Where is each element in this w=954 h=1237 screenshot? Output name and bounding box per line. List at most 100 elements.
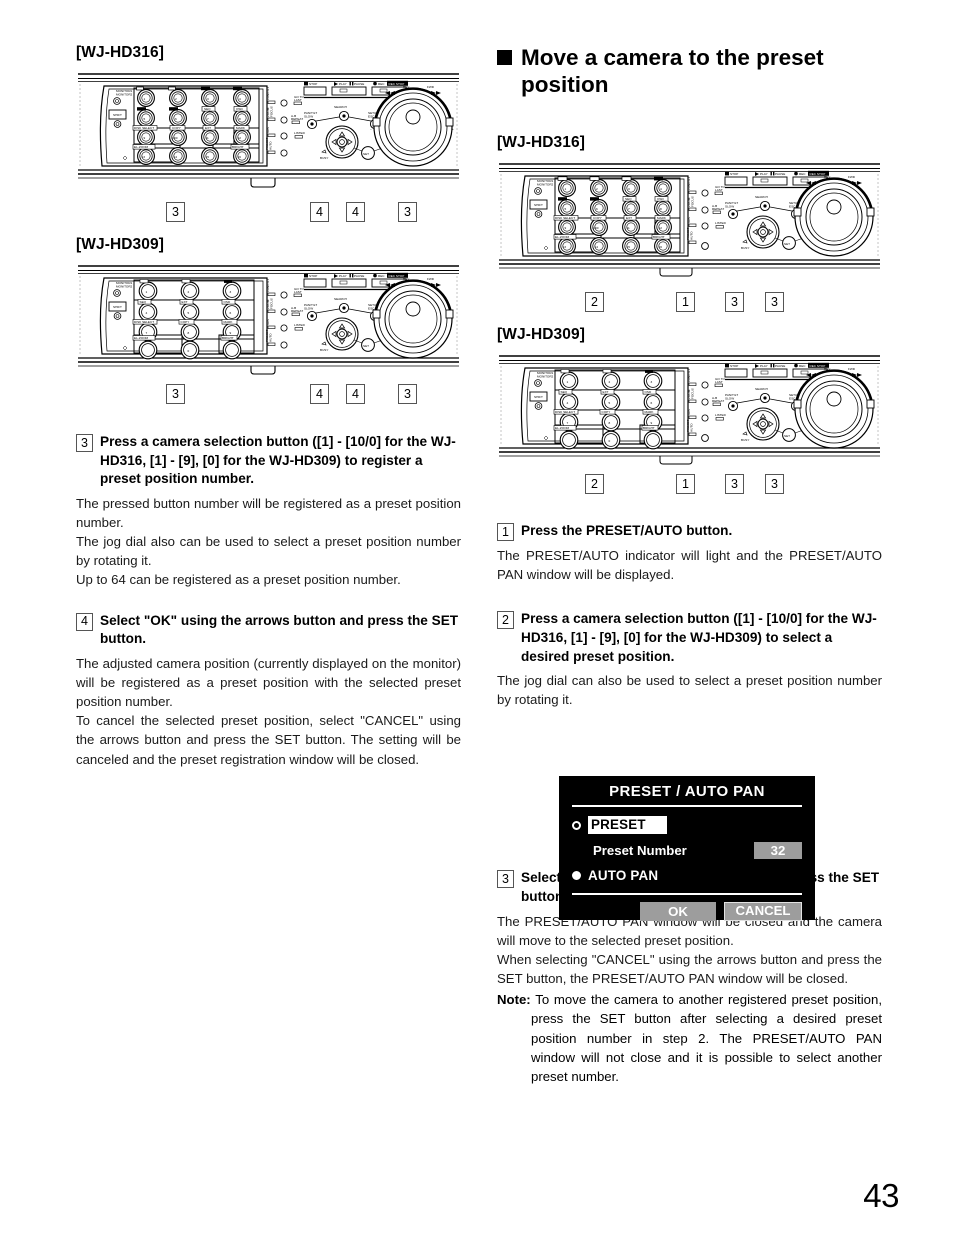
svg-text:SLOW: SLOW [304,115,313,119]
svg-text:–: – [370,127,372,131]
svg-text:AUTO: AUTO [269,333,273,342]
model-label-hd309-right: [WJ-HD309] [497,326,585,344]
hd309-panel-drawing: MONITOR1 MONITOR2 SHIFT 1 2 3 4 5 6 SEQ … [78,265,459,375]
step-title-left-3: Press a camera selection button ([1] - [… [100,434,456,487]
svg-text:DISK SELECT: DISK SELECT [555,216,575,220]
preset-number-label: Preset Number [593,843,687,858]
body-paragraph: To cancel the selected preset position, … [76,713,461,767]
svg-text:COPY: COPY [172,126,181,130]
svg-text:SEARCH: SEARCH [755,387,768,391]
svg-text:LISTED: LISTED [294,131,306,135]
step-heading-right-1: 1 Press the PRESET/AUTO button. [497,522,882,542]
svg-text:REC STOP: REC STOP [810,172,826,176]
step-title-right-2: Press a camera selection button ([1] - [… [521,611,877,664]
svg-text:MARK: MARK [236,126,246,130]
body-paragraph: The jog dial also can be used to select … [76,534,461,569]
callout-1b: 1 [676,474,695,495]
svg-text:OSD: OSD [645,390,652,394]
svg-text:PAN/TILT: PAN/TILT [266,279,270,292]
radio-selected-icon[interactable] [572,871,581,880]
preset-option-label[interactable]: PRESET [588,816,667,834]
note-block: Note: To move the camera to another regi… [497,990,882,1086]
svg-text:LAST: LAST [294,98,302,102]
auto-pan-label[interactable]: AUTO PAN [588,868,658,883]
svg-text:MARK: MARK [224,320,234,324]
svg-text:BRIGHT: BRIGHT [643,426,655,430]
svg-text:SHIFT: SHIFT [113,305,122,309]
body-paragraph: When selecting "CANCEL" using the arrows… [497,951,882,987]
svg-text:0: 0 [188,349,190,353]
callout-4a: 4 [310,202,329,223]
ok-button[interactable]: OK [640,901,716,921]
preset-number-value[interactable]: 32 [754,842,802,859]
dialog-button-row: OK CANCEL [559,895,815,921]
svg-text:REV: REV [824,175,831,179]
svg-text:SEARCH: SEARCH [755,195,768,199]
step-number-right-1: 1 [497,523,514,542]
svg-text:MARK: MARK [657,216,667,220]
svg-text:STOP: STOP [309,82,317,86]
svg-text:REC STOP: REC STOP [810,364,826,368]
svg-text:BRIGHT: BRIGHT [653,235,665,239]
svg-text:SHIFT: SHIFT [534,395,543,399]
body-paragraph: The pressed button number will be regist… [76,495,461,531]
callouts-hd309-right: 2 1 3 3 [497,474,882,496]
svg-text:EXT: EXT [182,300,188,304]
svg-text:8: 8 [609,421,611,425]
step-title-right-1: Press the PRESET/AUTO button. [521,523,733,539]
svg-text:MARK: MARK [645,410,655,414]
svg-text:COPY: COPY [593,216,602,220]
svg-text:15: 15 [206,155,210,159]
svg-text:PAN/TILT: PAN/TILT [687,369,691,382]
svg-text:11: 11 [206,136,209,140]
model-label-hd309-left: [WJ-HD309] [76,236,164,254]
svg-text:IRIS: IRIS [266,127,270,133]
svg-text:8: 8 [239,117,241,121]
svg-text:PAUSE: PAUSE [775,172,785,176]
svg-text:6: 6 [596,207,598,211]
svg-text:PLAY: PLAY [339,274,347,278]
svg-text:LISTED: LISTED [715,413,727,417]
svg-text:2: 2 [596,187,598,191]
svg-text:7: 7 [567,421,569,425]
svg-text:PAN/TILT: PAN/TILT [687,177,691,190]
step-number-left-4: 4 [76,612,93,631]
svg-text:1: 1 [565,187,567,191]
step-number-right-3: 3 [497,870,514,889]
callout-4d: 4 [346,384,365,405]
auto-pan-option-row[interactable]: AUTO PAN [559,868,815,883]
callout-3a: 3 [166,202,185,223]
svg-text:IRIS: IRIS [687,409,691,415]
svg-text:MONITOR2: MONITOR2 [537,183,554,187]
svg-text:LAST: LAST [294,290,302,294]
device-illustration-hd316-left: MONITOR1 MONITOR2 SHIFT 1 2 3 4 5 6 7 8 … [76,70,461,198]
svg-text:EL-ZOOM: EL-ZOOM [555,235,570,239]
svg-text:REPEAT: REPEAT [712,207,724,211]
svg-text:5: 5 [565,207,567,211]
preset-option-row[interactable]: PRESET [559,816,815,834]
step-block-right-1: 1 Press the PRESET/AUTO button. The PRES… [497,522,882,584]
callouts-hd309-left: 3 4 4 3 [76,384,461,406]
callout-3h: 3 [765,474,784,495]
device-illustration-hd309-left: MONITOR1 MONITOR2 SHIFT 1 2 3 4 5 6 SEQ … [76,262,461,380]
svg-text:2: 2 [188,290,190,294]
svg-text:MONITOR2: MONITOR2 [116,93,133,97]
svg-text:OSD: OSD [657,197,664,201]
callout-3g: 3 [725,474,744,495]
svg-text:IRIS: IRIS [266,319,270,325]
svg-text:BRIGHT: BRIGHT [232,145,244,149]
svg-text:EL-ZOOM: EL-ZOOM [134,336,149,340]
svg-text:SEQ: SEQ [204,107,211,111]
svg-text:COPY: COPY [181,320,190,324]
svg-text:10/0: 10/0 [172,136,178,140]
manual-page: [WJ-HD316] MONITOR1 MONITOR2 SHIFT 1 2 3… [0,0,954,1237]
svg-text:IRIS: IRIS [687,217,691,223]
radio-unselected-icon[interactable] [572,820,581,830]
svg-text:REC: REC [799,172,806,176]
svg-text:PAN/TILT: PAN/TILT [266,87,270,100]
preset-number-row[interactable]: Preset Number 32 [559,842,815,859]
cancel-button[interactable]: CANCEL [724,901,802,921]
svg-text:PAUSE: PAUSE [354,82,364,86]
svg-text:SET: SET [363,344,369,348]
svg-text:3: 3 [628,187,630,191]
